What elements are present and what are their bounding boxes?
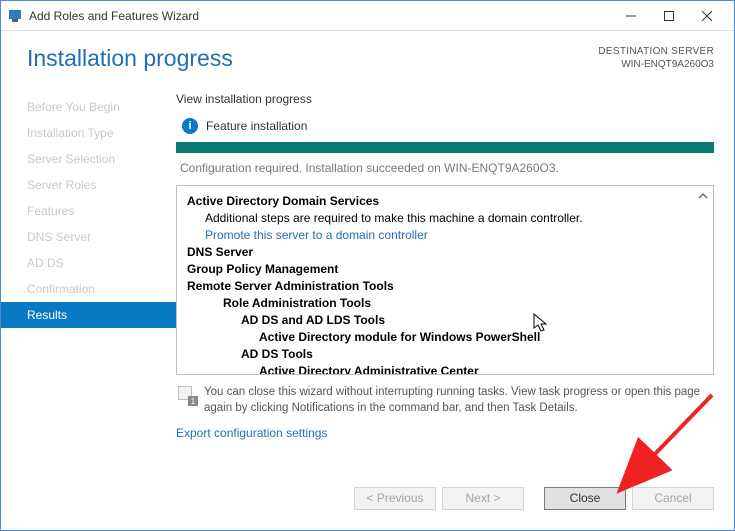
result-rat: Role Administration Tools [187,294,709,311]
result-adds-title: Active Directory Domain Services [187,192,709,209]
status-text: Configuration required. Installation suc… [176,161,714,175]
sidebar-item-features: Features [1,198,176,224]
header: Installation progress DESTINATION SERVER… [1,31,734,80]
sidebar-item-server-roles: Server Roles [1,172,176,198]
result-adac: Active Directory Administrative Center [187,362,709,375]
minimize-button[interactable] [612,2,650,30]
app-icon [7,8,23,24]
note-text: You can close this wizard without interr… [204,385,712,416]
info-icon: i [182,118,198,134]
body: Before You Begin Installation Type Serve… [1,80,734,480]
section-heading: View installation progress [176,92,714,106]
main-panel: View installation progress i Feature ins… [176,92,714,480]
feature-row: i Feature installation [176,118,714,134]
scroll-up-icon[interactable] [695,188,711,204]
close-button[interactable]: Close [544,487,626,510]
destination-value: WIN-ENQT9A260O3 [598,58,714,71]
close-window-button[interactable] [688,2,726,30]
destination-label: DESTINATION SERVER [598,45,714,58]
titlebar: Add Roles and Features Wizard [1,1,734,31]
sidebar-item-dns-server: DNS Server [1,224,176,250]
sidebar-item-ad-ds: AD DS [1,250,176,276]
next-button: Next > [442,487,524,510]
cancel-button: Cancel [632,487,714,510]
sidebar-item-before-you-begin: Before You Begin [1,94,176,120]
wizard-window: Add Roles and Features Wizard Installati… [0,0,735,531]
footer: < Previous Next > Close Cancel [1,480,734,530]
feature-label: Feature installation [206,119,307,133]
result-adlds: AD DS and AD LDS Tools [187,311,709,328]
page-title: Installation progress [27,45,598,72]
result-admod: Active Directory module for Windows Powe… [187,328,709,345]
result-adds-sub: Additional steps are required to make th… [187,209,709,226]
previous-button: < Previous [354,487,436,510]
sidebar-item-results[interactable]: Results [1,302,176,328]
window-title: Add Roles and Features Wizard [29,9,612,23]
flag-icon: 1 [178,386,196,404]
result-gpm: Group Policy Management [187,260,709,277]
progress-bar [176,142,714,153]
result-rsat: Remote Server Administration Tools [187,277,709,294]
result-addstools: AD DS Tools [187,345,709,362]
sidebar-item-installation-type: Installation Type [1,120,176,146]
maximize-button[interactable] [650,2,688,30]
result-dns: DNS Server [187,243,709,260]
destination-block: DESTINATION SERVER WIN-ENQT9A260O3 [598,45,714,71]
sidebar-item-confirmation: Confirmation [1,276,176,302]
promote-link[interactable]: Promote this server to a domain controll… [205,228,428,242]
note-row: 1 You can close this wizard without inte… [176,375,714,422]
results-box[interactable]: Active Directory Domain Services Additio… [176,185,714,375]
export-settings-link[interactable]: Export configuration settings [176,422,714,440]
sidebar-item-server-selection: Server Selection [1,146,176,172]
sidebar: Before You Begin Installation Type Serve… [1,92,176,480]
